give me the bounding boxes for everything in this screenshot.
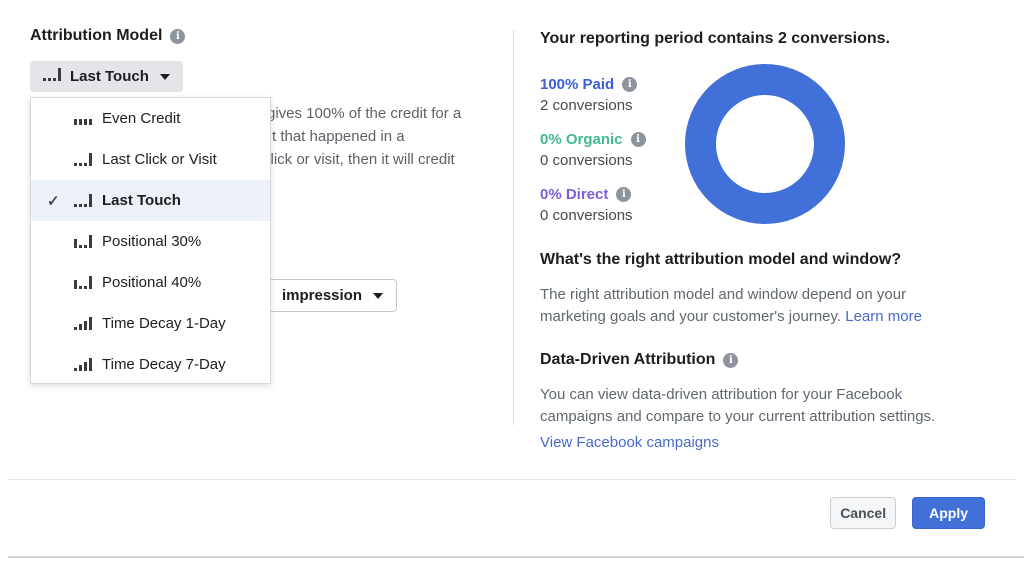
info-icon[interactable] xyxy=(616,187,631,202)
info-icon[interactable] xyxy=(631,132,646,147)
model-window-section-body: The right attribution model and window d… xyxy=(540,284,976,328)
info-icon[interactable] xyxy=(723,353,738,368)
chevron-down-icon xyxy=(160,74,170,80)
menu-item-label: Time Decay 7-Day xyxy=(102,356,226,373)
info-icon[interactable] xyxy=(170,29,185,44)
attribution-model-menu: Even Credit Last Click or Visit ✓ Last Touc… xyxy=(30,97,271,384)
stat-label: 0% Organic xyxy=(540,131,623,148)
attribution-model-label: Attribution Model xyxy=(30,27,185,45)
info-icon[interactable] xyxy=(622,77,637,92)
learn-more-link[interactable]: Learn more xyxy=(845,308,922,325)
model-button-icon-slot xyxy=(43,68,61,85)
menu-item-label: Even Credit xyxy=(102,110,180,127)
time-decay-icon xyxy=(74,317,92,330)
positional-icon xyxy=(74,276,92,289)
model-description-line: click or visit, then it will credit xyxy=(263,151,455,168)
stat-value: 0 conversions xyxy=(540,207,646,224)
conversion-stats: 100% Paid 2 conversions 0% Organic 0 conver… xyxy=(540,76,646,224)
menu-item-time-decay-7-day[interactable]: Time Decay 7-Day xyxy=(31,344,270,385)
cancel-button[interactable]: Cancel xyxy=(830,497,896,529)
dda-section-body: You can view data-driven attribution for… xyxy=(540,384,976,428)
last-touch-icon xyxy=(43,68,61,81)
attribution-window-selected-value: impression xyxy=(282,287,362,304)
menu-item-last-click-or-visit[interactable]: Last Click or Visit xyxy=(31,139,270,180)
time-decay-icon xyxy=(74,358,92,371)
stat-label: 100% Paid xyxy=(540,76,614,93)
menu-item-label: Positional 40% xyxy=(102,274,201,291)
menu-item-label: Time Decay 1-Day xyxy=(102,315,226,332)
attribution-settings-panel: Attribution Model Last Touch gives 100% … xyxy=(0,0,1024,565)
column-divider xyxy=(513,30,514,425)
menu-item-label: Last Click or Visit xyxy=(102,151,217,168)
dda-section-heading: Data-Driven Attribution xyxy=(540,351,738,369)
footer-divider xyxy=(8,479,1016,480)
model-description-line: t that happened in a xyxy=(272,128,405,145)
view-facebook-campaigns-link[interactable]: View Facebook campaigns xyxy=(540,434,719,451)
menu-item-time-decay-1-day[interactable]: Time Decay 1-Day xyxy=(31,303,270,344)
bottom-divider xyxy=(8,556,1024,558)
menu-item-last-touch[interactable]: ✓ Last Touch xyxy=(31,180,270,221)
menu-item-label: Last Touch xyxy=(102,192,181,209)
menu-item-label: Positional 30% xyxy=(102,233,201,250)
chevron-down-icon xyxy=(373,293,383,299)
stat-0-direct: 0% Direct 0 conversions xyxy=(540,186,646,224)
last-click-icon xyxy=(74,153,92,166)
even-credit-icon xyxy=(74,112,92,125)
footer-actions: Cancel Apply xyxy=(830,497,985,529)
model-description-line: gives 100% of the credit for a xyxy=(267,105,461,122)
apply-button[interactable]: Apply xyxy=(912,497,985,529)
positional-icon xyxy=(74,235,92,248)
reporting-period-heading: Your reporting period contains 2 convers… xyxy=(540,30,890,48)
stat-value: 0 conversions xyxy=(540,152,646,169)
stat-label: 0% Direct xyxy=(540,186,608,203)
menu-item-even-credit[interactable]: Even Credit xyxy=(31,98,270,139)
conversions-donut-chart xyxy=(685,64,845,224)
menu-item-positional-30[interactable]: Positional 30% xyxy=(31,221,270,262)
stat-100-paid: 100% Paid 2 conversions xyxy=(540,76,646,114)
attribution-model-dropdown[interactable]: Last Touch xyxy=(30,61,183,92)
model-window-section-heading: What's the right attribution model and w… xyxy=(540,251,901,269)
stat-0-organic: 0% Organic 0 conversions xyxy=(540,131,646,169)
check-icon: ✓ xyxy=(47,192,74,210)
attribution-model-selected-value: Last Touch xyxy=(70,68,149,85)
attribution-model-label-text: Attribution Model xyxy=(30,27,162,45)
stat-value: 2 conversions xyxy=(540,97,646,114)
menu-item-positional-40[interactable]: Positional 40% xyxy=(31,262,270,303)
last-touch-icon xyxy=(74,194,92,207)
